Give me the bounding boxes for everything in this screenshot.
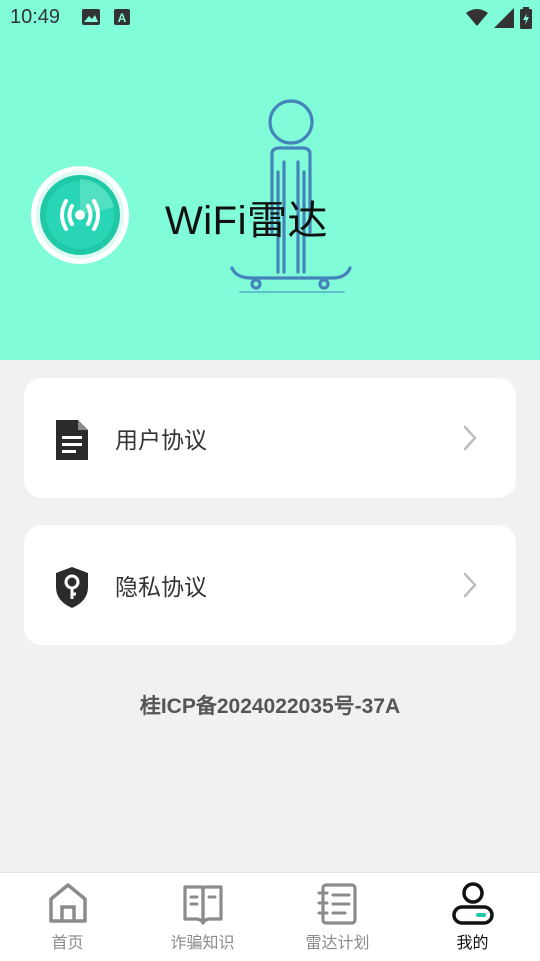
nav-item-mine[interactable]: 我的 [405, 873, 540, 961]
menu-item-privacy-agreement[interactable]: 隐私协议 [24, 525, 516, 645]
icp-license-text: 桂ICP备2024022035号-37A [139, 695, 401, 718]
menu-item-label: 隐私协议 [115, 574, 207, 600]
app-logo [31, 166, 129, 264]
battery-icon [520, 7, 532, 29]
document-icon [56, 420, 88, 460]
menu-item-label: 用户协议 [115, 427, 207, 453]
person-icon [452, 882, 494, 925]
book-icon [183, 885, 223, 925]
chevron-right-icon [463, 425, 477, 451]
nav-item-radar-plan[interactable]: 雷达计划 [270, 873, 405, 961]
bottom-nav: 首页 诈骗知识 雷达计划 我的 [0, 872, 540, 961]
wifi-icon [466, 9, 488, 26]
nav-label: 首页 [51, 935, 84, 952]
home-icon [49, 883, 87, 923]
text-a-icon: A [114, 9, 130, 25]
svg-text:A: A [118, 11, 127, 25]
nav-label: 诈骗知识 [170, 935, 235, 952]
signal-icon [494, 8, 514, 28]
nav-label: 雷达计划 [305, 935, 370, 952]
profile-header: WiFi雷达 [0, 0, 540, 360]
nav-item-fraud-knowledge[interactable]: 诈骗知识 [135, 873, 270, 961]
list-icon [317, 883, 357, 925]
nav-item-home[interactable]: 首页 [0, 873, 135, 961]
status-time: 10:49 [10, 6, 61, 28]
app-name: WiFi雷达 [165, 199, 328, 243]
menu-item-user-agreement[interactable]: 用户协议 [24, 378, 516, 498]
chevron-right-icon [463, 572, 477, 598]
image-icon [82, 9, 100, 25]
shield-key-icon [56, 567, 88, 608]
nav-label: 我的 [456, 935, 489, 952]
status-bar: 10:49 A [0, 0, 540, 36]
